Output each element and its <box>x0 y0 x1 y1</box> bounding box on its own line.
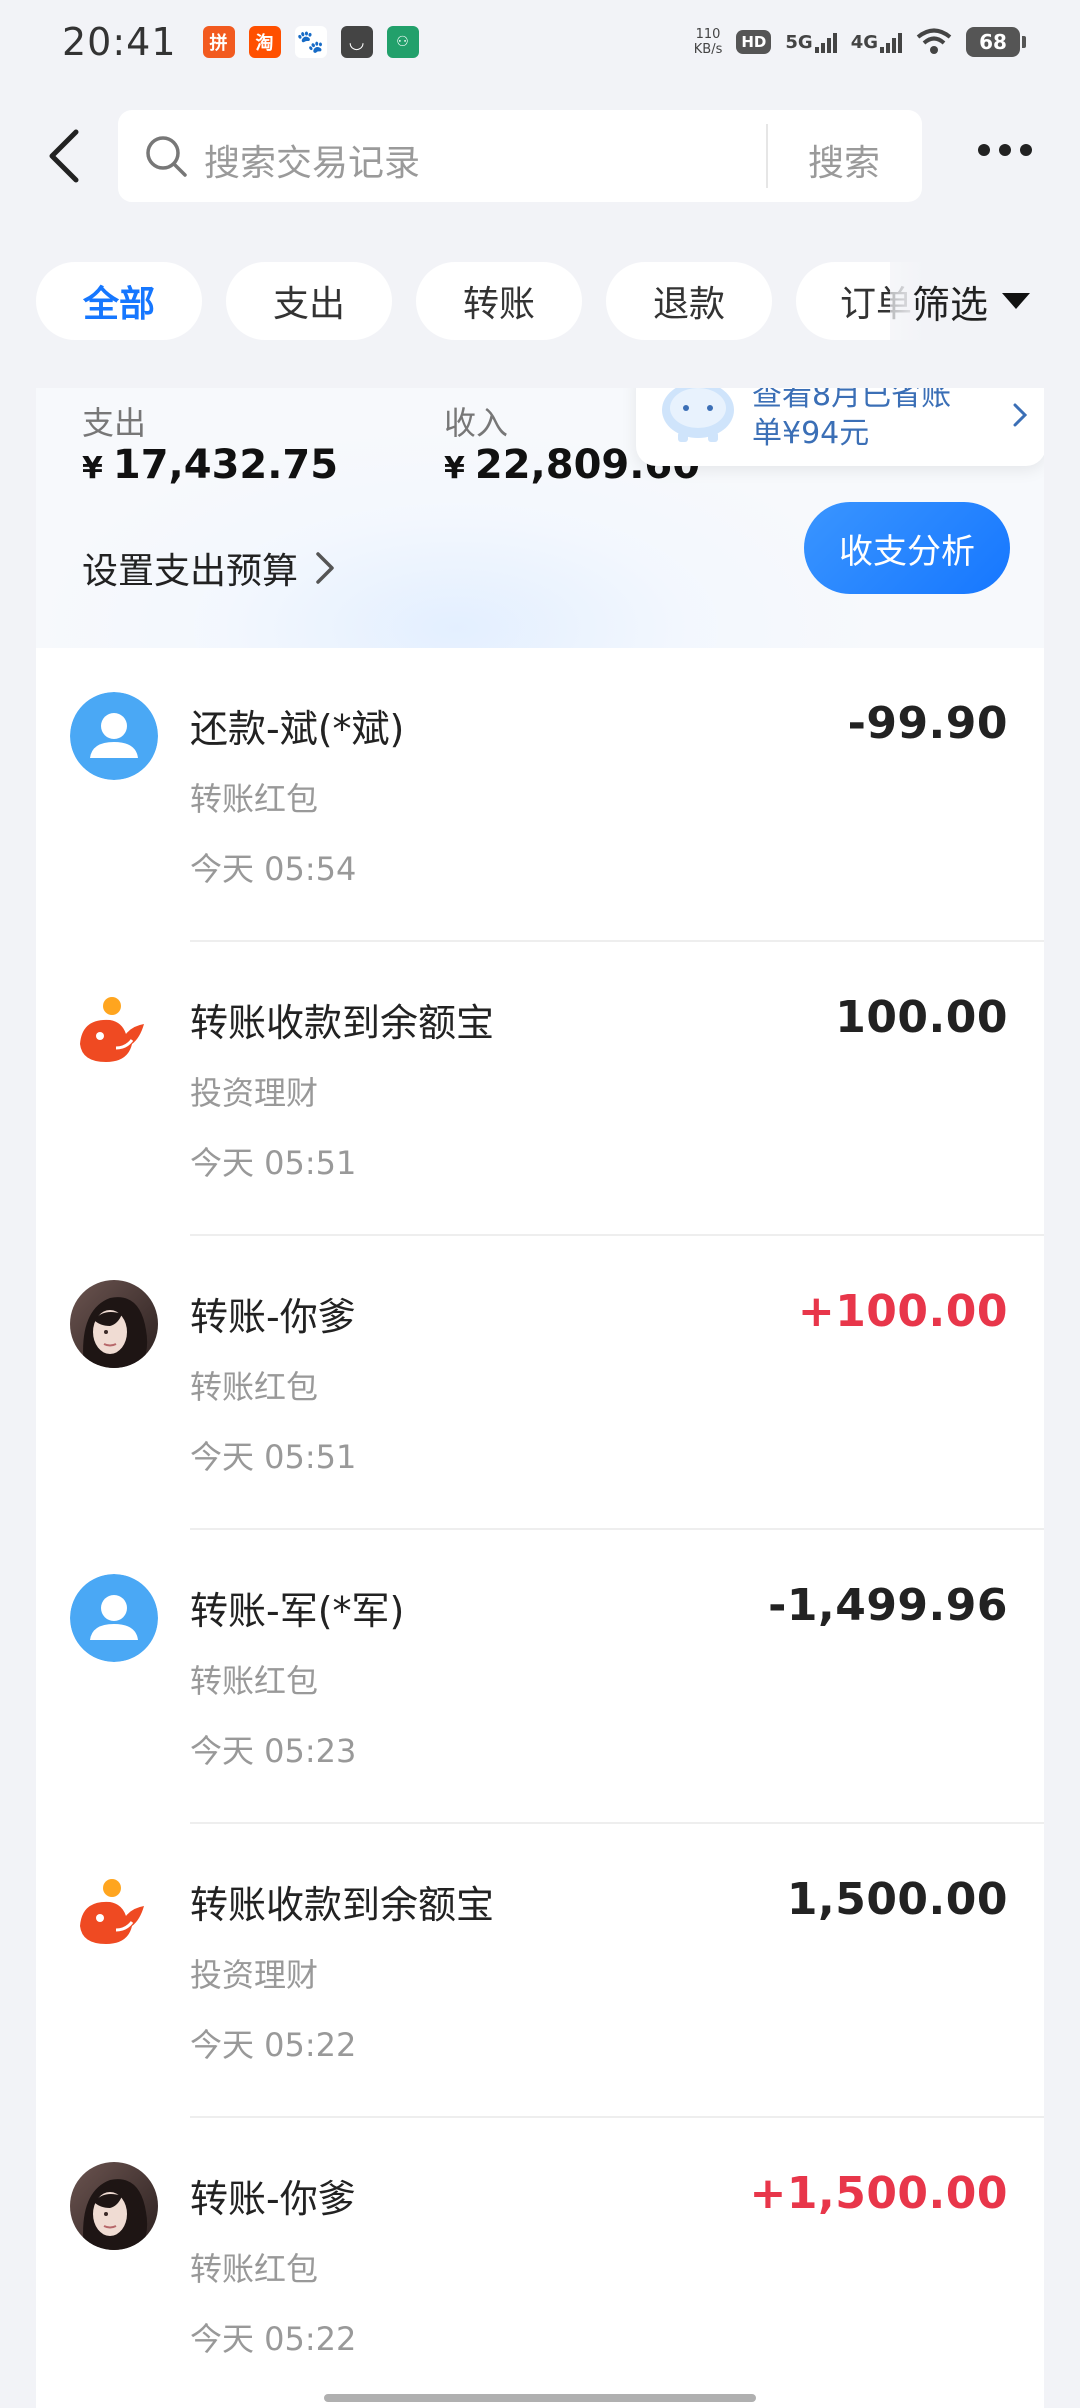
transaction-amount: 100.00 <box>835 992 1008 1043</box>
tab-expense[interactable]: 支出 <box>226 262 392 340</box>
more-icon[interactable] <box>978 144 1032 156</box>
person-icon <box>70 1574 158 1662</box>
budget-link[interactable]: 设置支出预算 <box>82 542 336 594</box>
yuebao-icon <box>70 986 158 1074</box>
tab-all[interactable]: 全部 <box>36 262 202 340</box>
avatar <box>70 692 158 780</box>
piggy-bank-icon <box>662 388 734 442</box>
transaction-category: 投资理财 <box>190 1074 319 1112</box>
status-right: 110 KB/s HD 5G 4G 68 <box>693 27 1026 57</box>
filter-tabs: 全部 支出 转账 退款 订单 筛选 <box>0 262 1080 340</box>
transaction-amount: +1,500.00 <box>749 2168 1008 2219</box>
transactions-card: 支出 ¥17,432.75 收入 ¥22,809.60 设置支出预算 收支分析 … <box>36 388 1044 2408</box>
signal-4g-icon: 4G <box>851 31 902 53</box>
person-icon <box>70 692 158 780</box>
net-speed: 110 KB/s <box>693 27 723 57</box>
transaction-date: 今天 05:22 <box>190 2026 357 2064</box>
transaction-row[interactable]: 转账收款到余额宝投资理财今天 05:22 1,500.00 <box>36 1824 1044 2118</box>
chevron-right-icon <box>1013 403 1028 427</box>
home-indicator <box>324 2394 756 2402</box>
summary-section: 支出 ¥17,432.75 收入 ¥22,809.60 设置支出预算 收支分析 … <box>36 388 1044 648</box>
transaction-category: 投资理财 <box>190 1956 319 1994</box>
budget-label: 设置支出预算 <box>82 551 299 592</box>
yuebao-icon <box>70 1868 158 1956</box>
transaction-row[interactable]: 还款-斌(*斌) 转账红包今天 05:54 -99.90 <box>36 648 1044 942</box>
avatar <box>70 986 158 1074</box>
analysis-button[interactable]: 收支分析 <box>804 502 1010 594</box>
transaction-title: 转账收款到余额宝 <box>190 1001 495 1045</box>
chevron-left-icon <box>49 129 79 183</box>
app-notification-icon-2: ⚇ <box>386 26 419 58</box>
search-divider <box>766 124 768 188</box>
baidu-notification-icon: 🐾 <box>294 26 327 58</box>
wifi-icon <box>916 28 952 54</box>
transaction-row[interactable]: 转账-军(*军) 转账红包今天 05:23 -1,499.96 <box>36 1530 1044 1824</box>
avatar <box>70 1574 158 1662</box>
status-time: 20:41 <box>62 20 177 64</box>
avatar <box>70 2162 158 2250</box>
avatar <box>70 1280 158 1368</box>
bag-notification-icon: ◡ <box>340 26 373 58</box>
transaction-row[interactable]: 转账-你爹转账红包今天 05:51 +100.00 <box>36 1236 1044 1530</box>
transaction-category: 转账红包 <box>190 1368 319 1406</box>
transaction-title: 转账-军(*军) <box>190 1589 405 1633</box>
search-input[interactable]: 搜索交易记录 搜索 <box>118 110 922 202</box>
taobao-notification-icon: 淘 <box>248 26 281 58</box>
expense-label: 支出 <box>82 404 147 442</box>
transaction-row[interactable]: 转账收款到余额宝投资理财今天 05:51 100.00 <box>36 942 1044 1236</box>
transaction-date: 今天 05:22 <box>190 2320 357 2358</box>
transaction-date: 今天 05:23 <box>190 1732 357 1770</box>
search-icon <box>146 136 187 177</box>
photo-avatar <box>70 2162 158 2250</box>
bill-tip-line2: 单¥94元 <box>752 416 870 451</box>
signal-5g-icon: 5G <box>785 31 837 53</box>
transaction-row[interactable]: 转账-你爹转账红包今天 05:22 +1,500.00 <box>36 2118 1044 2408</box>
hd-icon: HD <box>736 30 772 54</box>
transaction-amount: -1,499.96 <box>768 1580 1008 1631</box>
transaction-category: 转账红包 <box>190 780 319 818</box>
tab-transfer[interactable]: 转账 <box>416 262 582 340</box>
header: 搜索交易记录 搜索 <box>0 108 1080 204</box>
transaction-category: 转账红包 <box>190 2250 319 2288</box>
transaction-date: 今天 05:54 <box>190 850 357 888</box>
caret-down-icon <box>1002 293 1031 309</box>
tab-refund[interactable]: 退款 <box>606 262 772 340</box>
expense-value: ¥17,432.75 <box>82 442 339 488</box>
back-button[interactable] <box>36 128 92 184</box>
filter-button[interactable]: 筛选 <box>890 262 1080 340</box>
transaction-title: 转账收款到余额宝 <box>190 1883 495 1927</box>
photo-avatar <box>70 1280 158 1368</box>
search-button[interactable]: 搜索 <box>808 134 880 186</box>
transaction-title: 转账-你爹 <box>190 2177 356 2221</box>
chevron-right-icon <box>316 552 334 584</box>
income-label: 收入 <box>444 404 509 442</box>
transaction-amount: 1,500.00 <box>786 1874 1008 1925</box>
search-placeholder: 搜索交易记录 <box>204 143 421 184</box>
status-bar: 20:41 拼 淘 🐾 ◡ ⚇ 110 KB/s HD 5G 4G 68 <box>0 0 1080 84</box>
transaction-amount: -99.90 <box>847 698 1008 749</box>
bill-tip[interactable]: 查看8月已省账 单¥94元 <box>636 388 1044 466</box>
notification-icons: 拼 淘 🐾 ◡ ⚇ <box>202 26 419 58</box>
transaction-category: 转账红包 <box>190 1662 319 1700</box>
transaction-title: 还款-斌(*斌) <box>190 707 405 751</box>
app-notification-icon: 拼 <box>202 26 235 58</box>
transaction-amount: +100.00 <box>797 1286 1008 1337</box>
avatar <box>70 1868 158 1956</box>
filter-label: 筛选 <box>912 282 989 327</box>
battery-icon: 68 <box>966 27 1026 57</box>
transaction-date: 今天 05:51 <box>190 1144 357 1182</box>
transaction-title: 转账-你爹 <box>190 1295 356 1339</box>
transaction-date: 今天 05:51 <box>190 1438 357 1476</box>
